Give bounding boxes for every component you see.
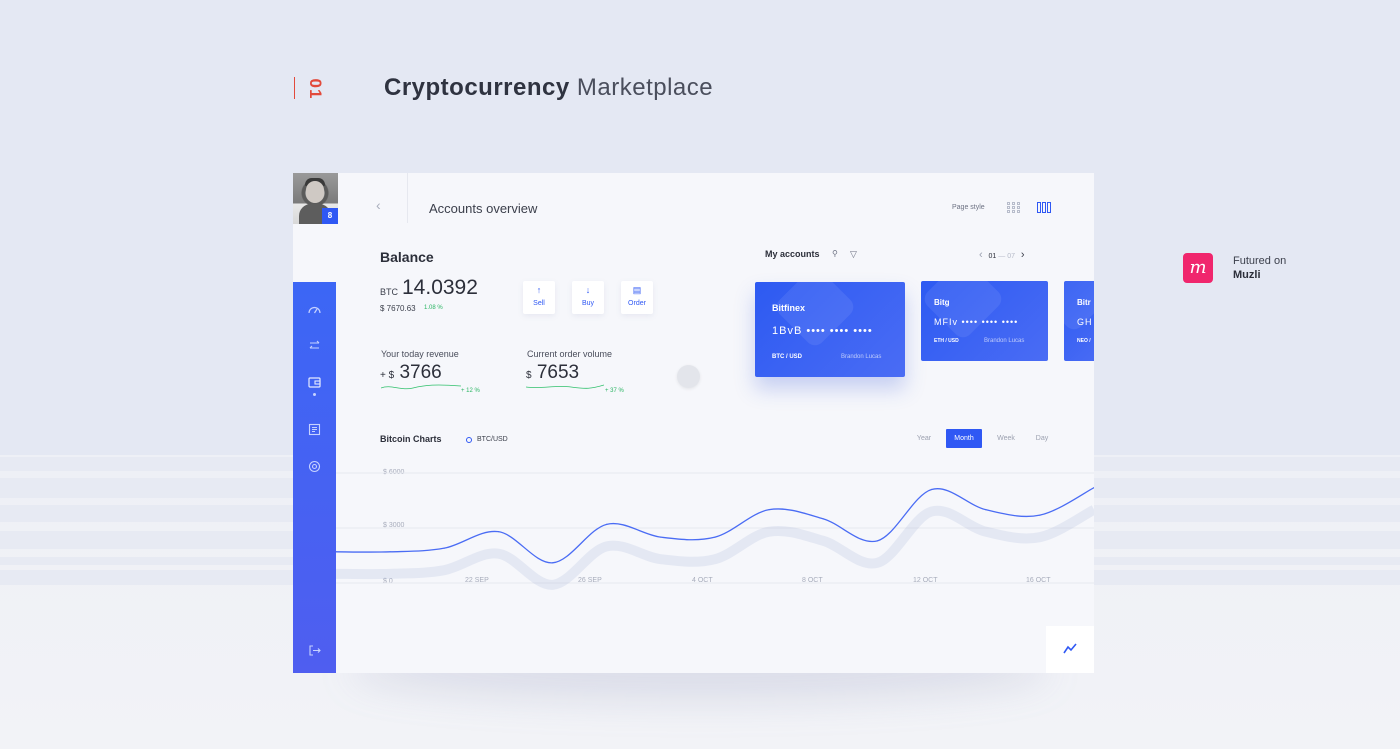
data-point: [985, 509, 987, 511]
range-day[interactable]: Day: [1029, 429, 1055, 448]
card-number: MFIv •••• •••• ••••: [934, 317, 1019, 327]
data-point: [876, 540, 879, 542]
muzli-name[interactable]: Muzli: [1233, 269, 1261, 281]
range-year[interactable]: Year: [911, 429, 937, 448]
transfer-icon[interactable]: [307, 338, 322, 353]
order-label: Order: [628, 300, 646, 307]
heading-light: Marketplace: [576, 74, 714, 101]
back-chevron-icon[interactable]: ‹: [376, 198, 388, 212]
revenue-label: Your today revenue: [381, 349, 459, 359]
range-week[interactable]: Week: [991, 429, 1021, 448]
data-point: [497, 531, 500, 533]
sell-label: Sell: [533, 300, 545, 307]
grid-view-icon[interactable]: [1007, 202, 1021, 214]
sell-button[interactable]: ↑ Sell: [523, 281, 555, 314]
card-pair: BTC / USD: [772, 354, 802, 360]
page-current: 01: [988, 253, 997, 260]
app-window: 8 ‹ Accounts overview Page style Balance…: [293, 173, 1094, 673]
balance-value: 14.0392: [402, 276, 478, 299]
order-volume-prefix: $: [526, 370, 532, 381]
header-number: 01: [306, 78, 325, 100]
data-point: [930, 488, 933, 491]
wallet-icon[interactable]: [307, 375, 322, 390]
data-point: [389, 551, 391, 553]
balance-change: 1.08 %: [424, 305, 443, 311]
balance-heading: Balance: [380, 249, 434, 265]
muzli-logo[interactable]: m: [1183, 253, 1213, 283]
bitcoin-line-chart: [336, 472, 1094, 590]
card-holder: Brandon Lucas: [984, 338, 1025, 344]
revenue-sparkline: [381, 384, 461, 390]
next-chevron-icon[interactable]: ›: [1021, 249, 1025, 261]
data-point: [660, 536, 662, 538]
page-heading: Cryptocurrency Marketplace: [384, 74, 713, 102]
data-point: [714, 536, 716, 538]
revenue-change: + 12 %: [461, 388, 480, 394]
divider: [407, 173, 408, 223]
data-point: [606, 523, 608, 525]
revenue-amount: 3766: [399, 362, 442, 383]
card-number: GH: [1077, 317, 1093, 327]
page-total: 07: [1007, 253, 1016, 260]
card-number: 1BvB •••• •••• ••••: [772, 325, 873, 337]
arrow-down-icon: ↓: [585, 285, 591, 295]
search-icon[interactable]: ⚲: [832, 249, 838, 258]
revenue-prefix: + $: [380, 370, 395, 381]
filter-icon[interactable]: ▽: [850, 249, 857, 260]
revenue-value: + $ 3766: [380, 362, 442, 384]
muzli-caption: Futured on: [1233, 255, 1287, 267]
header-accent-bar: [294, 77, 295, 99]
legend-marker: [466, 437, 472, 443]
trend-icon: [1063, 643, 1077, 654]
settings-icon[interactable]: [307, 459, 322, 474]
trend-button[interactable]: [1046, 626, 1094, 673]
order-volume-sparkline: [526, 384, 604, 389]
buy-button[interactable]: ↓ Buy: [572, 281, 604, 314]
data-point: [443, 547, 445, 549]
document-icon[interactable]: [307, 422, 322, 437]
speedometer-icon[interactable]: [307, 303, 322, 318]
heading-bold: Cryptocurrency: [384, 74, 570, 101]
logout-icon[interactable]: [307, 643, 322, 658]
avatar[interactable]: 8: [293, 173, 338, 224]
card-name: Bitr: [1077, 298, 1091, 307]
accounts-title: My accounts: [765, 249, 820, 259]
order-icon: ▤: [632, 285, 642, 295]
order-volume-value: $ 7653: [526, 362, 579, 384]
prev-chevron-icon[interactable]: ‹: [979, 249, 983, 261]
card-name: Bitg: [934, 298, 950, 307]
card-pair: ETH / USD: [934, 338, 959, 344]
page-style-label: Page style: [952, 204, 985, 211]
balance-currency: BTC: [380, 287, 398, 297]
chart-title: Bitcoin Charts: [380, 434, 442, 444]
card-name: Bitfinex: [772, 303, 806, 313]
active-indicator: [313, 393, 316, 396]
balance-usd: $ 7670.63: [380, 304, 416, 313]
data-point: [551, 562, 554, 564]
card-holder: Brandon Lucas: [841, 354, 882, 360]
order-volume-label: Current order volume: [527, 349, 613, 359]
page-title: Accounts overview: [429, 201, 538, 216]
account-card[interactable]: Bitr GH NEO /: [1064, 281, 1094, 361]
pagination: ‹ 01 — 07 ›: [979, 249, 1025, 261]
order-volume-change: + 37 %: [605, 388, 624, 394]
toggle-button[interactable]: [677, 365, 700, 388]
account-card[interactable]: Bitg MFIv •••• •••• •••• ETH / USD Brand…: [921, 281, 1048, 361]
arrow-up-icon: ↑: [536, 285, 542, 295]
sidebar: [293, 282, 336, 673]
page-separator: —: [998, 253, 1006, 260]
account-card[interactable]: Bitfinex 1BvB •••• •••• •••• BTC / USD B…: [755, 282, 905, 377]
column-view-icon[interactable]: [1037, 202, 1052, 213]
buy-label: Buy: [581, 300, 595, 307]
data-point: [768, 509, 770, 511]
data-point: [1039, 514, 1041, 516]
chart-legend: BTC/USD: [477, 436, 508, 443]
order-button[interactable]: ▤ Order: [621, 281, 653, 314]
range-month[interactable]: Month: [946, 429, 982, 448]
data-point: [822, 518, 824, 520]
order-volume-amount: 7653: [536, 362, 580, 383]
notification-badge: 8: [322, 208, 338, 224]
card-pair: NEO /: [1077, 338, 1091, 344]
